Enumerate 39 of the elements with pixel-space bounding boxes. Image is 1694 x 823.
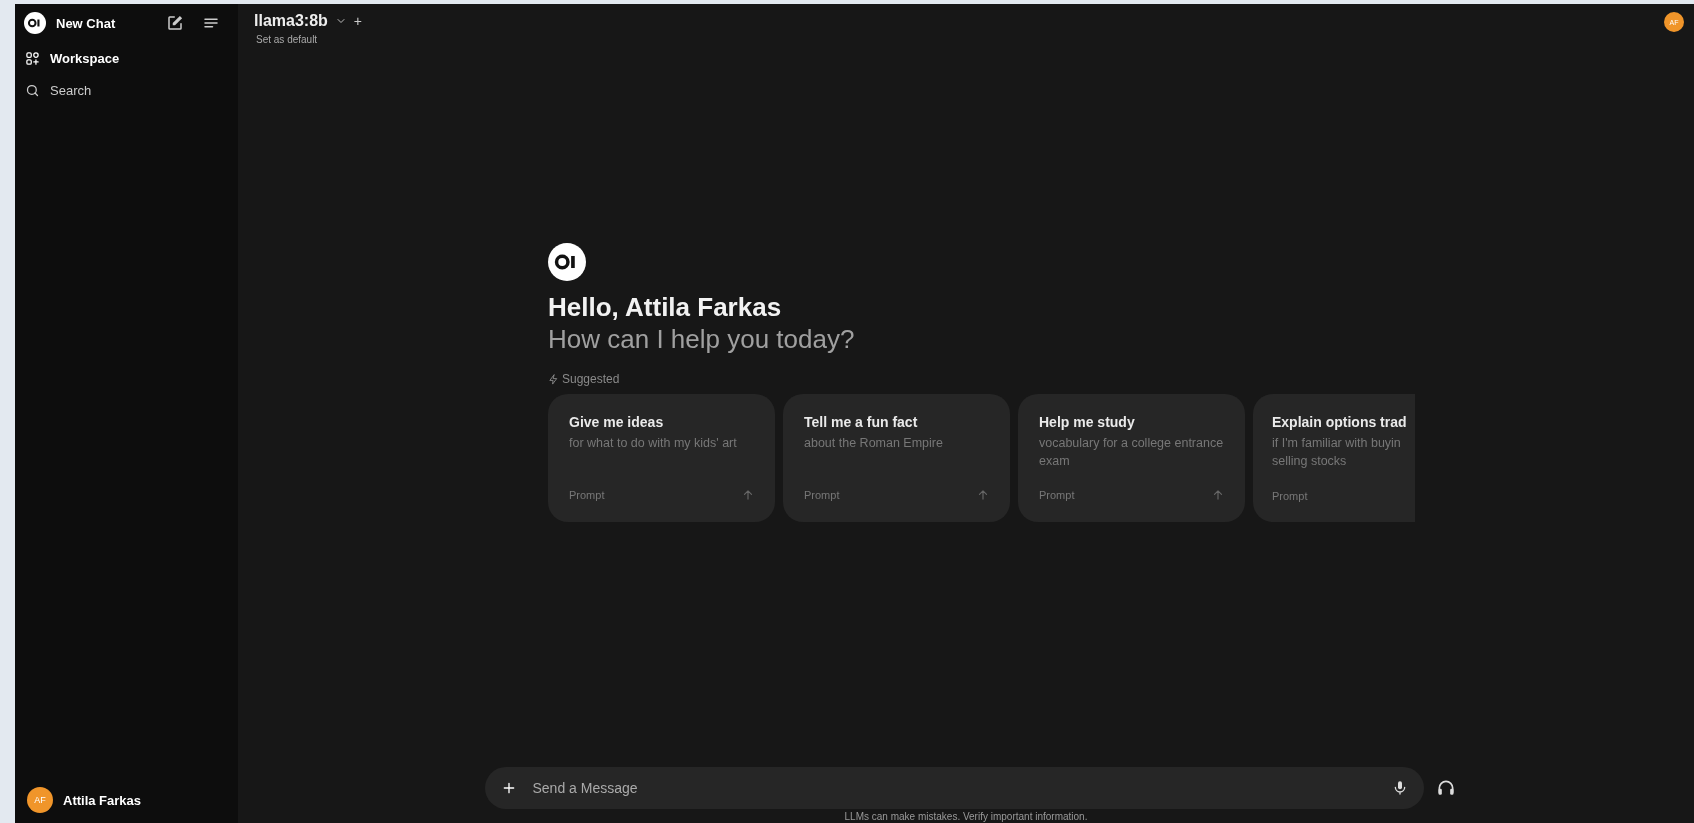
suggestion-card[interactable]: Give me ideas for what to do with my kids' art Prompt (548, 394, 775, 522)
prompt-label: Prompt (804, 489, 840, 501)
logo-icon (24, 12, 46, 34)
new-chat-button[interactable]: New Chat (23, 12, 116, 34)
card-subtitle: if I'm familiar with buyin selling stocks (1272, 435, 1402, 470)
workspace-item[interactable]: Workspace (23, 42, 230, 74)
card-title: Help me study (1039, 414, 1136, 430)
prompt-label: Prompt (569, 489, 605, 501)
suggestion-card[interactable]: Explain options trad if I'm familiar with buyin selling stocks Prompt (1253, 394, 1415, 522)
add-model-button[interactable]: + (353, 13, 362, 29)
logo-icon (548, 243, 586, 281)
arrow-up-icon (976, 488, 990, 502)
greeting-subtitle: How can I help you today? (548, 323, 856, 355)
model-selector[interactable]: llama3:8b (254, 12, 328, 30)
suggestion-card[interactable]: Tell me a fun fact about the Roman Empire Prompt (783, 394, 1010, 522)
prompt-label: Prompt (1272, 490, 1308, 502)
card-subtitle: for what to do with my kids' art (569, 435, 738, 452)
card-title: Explain options trad (1272, 414, 1408, 430)
message-field[interactable]: Send a Message (484, 767, 1424, 809)
search-icon (25, 82, 40, 98)
card-title: Tell me a fun fact (804, 414, 919, 430)
card-subtitle: vocabulary for a college entrance exam (1039, 435, 1225, 470)
prompt-label: Prompt (1039, 489, 1075, 501)
edit-icon[interactable] (166, 14, 184, 32)
user-menu[interactable]: AF Attila Farkas (23, 783, 230, 817)
arrow-up-icon (741, 488, 755, 502)
suggestion-card[interactable]: Help me study vocabulary for a college entrance exam Prompt (1018, 394, 1245, 522)
suggested-label: Suggested (562, 372, 620, 386)
card-title: Give me ideas (569, 414, 665, 430)
message-input[interactable]: Send a Message (530, 779, 1378, 797)
greeting-title: Hello, Attila Farkas (548, 291, 783, 323)
grid-icon (25, 50, 40, 66)
bolt-icon (548, 373, 559, 385)
card-subtitle: about the Roman Empire (804, 435, 944, 452)
search-button[interactable]: Search (23, 74, 230, 106)
avatar: AF (27, 787, 53, 813)
disclaimer-text: LLMs can make mistakes. Verify important information. (844, 811, 1088, 823)
arrow-up-icon (1211, 488, 1225, 502)
set-default-link[interactable]: Set as default (254, 34, 362, 45)
